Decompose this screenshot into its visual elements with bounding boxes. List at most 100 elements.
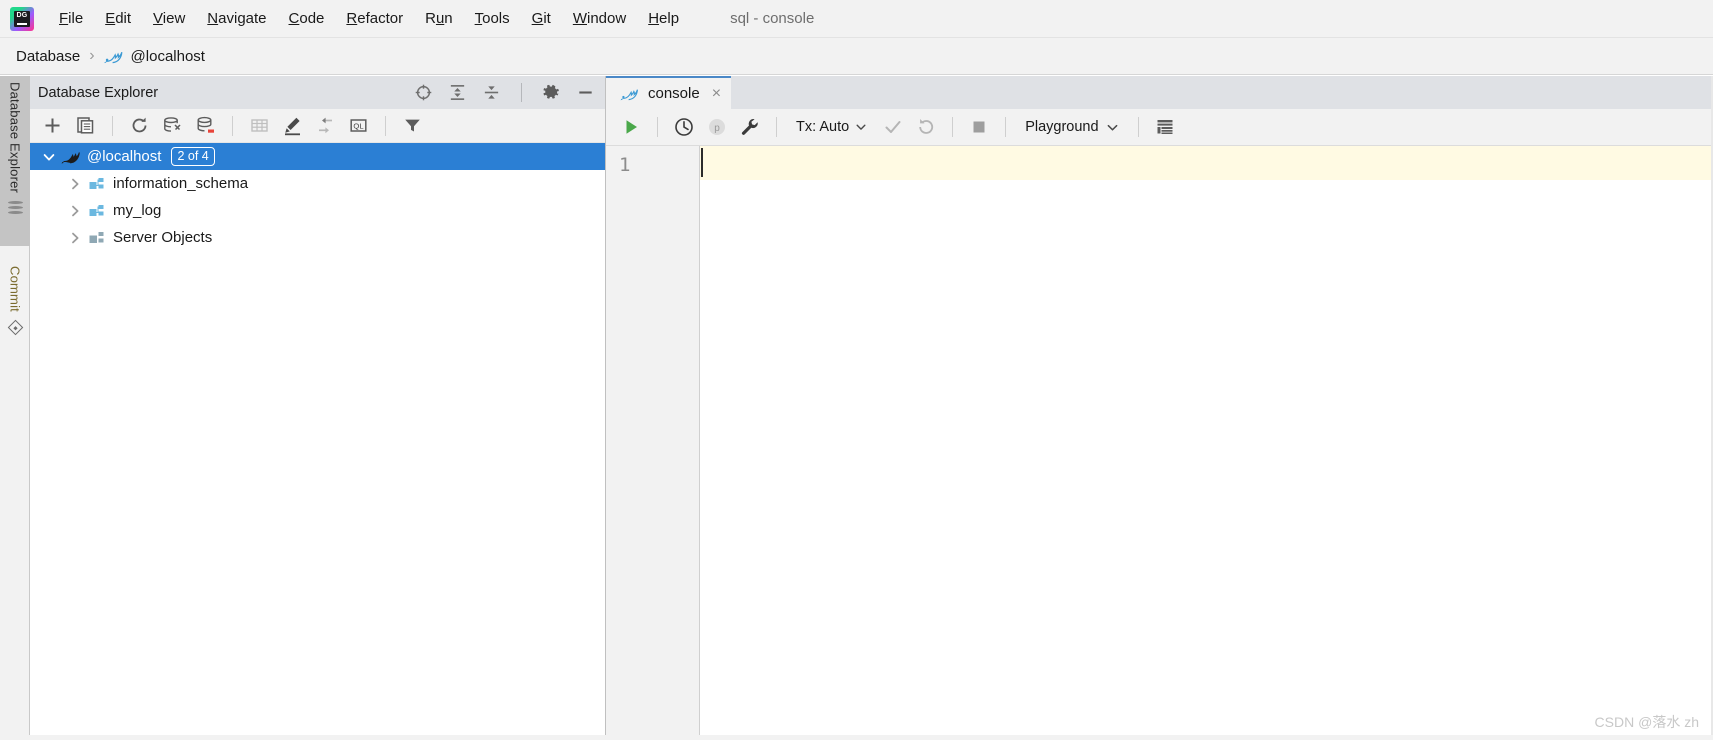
editor-gutter: 1 [606,146,700,740]
chevron-right-icon[interactable] [64,173,86,195]
tab-console[interactable]: console × [606,76,732,109]
refresh-icon[interactable] [129,115,150,136]
open-table-editor-icon [249,115,270,136]
mysql-dolphin-icon [620,86,640,102]
status-badge: 2 of 4 [171,147,215,166]
toolbar-divider-2 [232,115,233,136]
tree-row[interactable]: information_schema [30,170,605,197]
stop-refresh-icon[interactable] [195,115,216,136]
schema-icon [86,203,108,219]
chevron-right-icon[interactable] [64,227,86,249]
explorer-header: Database Explorer [30,76,605,109]
close-icon[interactable]: × [712,85,721,102]
menu-view[interactable]: View [142,7,196,30]
main-area: Database Explorer Commit Database Explor… [0,76,1713,740]
history-clock-icon[interactable] [673,116,695,138]
database-tree: @localhost 2 of 4 information_schema my_… [30,143,605,740]
collapse-all-icon[interactable] [482,83,501,102]
editor-divider-2 [776,117,777,137]
tree-row[interactable]: @localhost 2 of 4 [30,143,605,170]
database-icon [7,201,23,215]
transaction-mode-dropdown[interactable]: Tx: Auto [792,119,871,135]
tree-row[interactable]: Server Objects [30,224,605,251]
tree-node-label: information_schema [113,175,249,192]
menu-tools[interactable]: Tools [464,7,521,30]
schema-selector-label: Playground [1025,119,1099,135]
menu-help[interactable]: Help [637,7,690,30]
open-ql-console-icon[interactable]: QL [348,115,369,136]
chevron-right-icon[interactable] [64,200,86,222]
explorer-toolbar: QL [30,109,605,143]
scroll-from-source-icon[interactable] [414,83,433,102]
tab-label: console [648,85,700,102]
copy-data-source-icon[interactable] [75,115,96,136]
chevron-down-icon [856,124,866,130]
menu-refactor[interactable]: Refactor [335,7,414,30]
datagrip-logo-icon: DG [10,6,34,31]
tree-node-label: @localhost [87,148,162,165]
editor-divider-5 [1137,117,1139,137]
mysql-dolphin-icon [60,149,82,165]
menu-bar: DG File Edit View Navigate Code Refactor… [0,0,1713,38]
text-caret [701,148,703,177]
svg-text:QL: QL [353,122,363,131]
left-tool-rail: Database Explorer Commit [0,76,30,740]
chevron-down-icon[interactable] [38,146,60,168]
transaction-mode-label: Tx: Auto [796,119,850,135]
menu-code[interactable]: Code [278,7,336,30]
breadcrumb-leaf[interactable]: @localhost [131,48,205,65]
settings-gear-icon[interactable] [542,83,561,102]
gutter-line-number: 1 [619,154,631,176]
chevron-down-icon [1107,124,1117,131]
hide-panel-icon[interactable] [576,83,595,102]
menu-navigate[interactable]: Navigate [196,7,277,30]
menu-file[interactable]: File [48,7,94,30]
rail-tab-database-explorer[interactable]: Database Explorer [0,76,30,246]
data-editor-icon[interactable] [1154,116,1176,138]
editor-toolbar: p Tx: Auto Playground [606,109,1713,146]
editor-divider-3 [952,117,954,137]
editor-divider-4 [1005,117,1007,137]
mysql-dolphin-icon [103,48,125,65]
menu-git[interactable]: Git [521,7,562,30]
tree-row[interactable]: my_log [30,197,605,224]
editor-body: 1 [606,146,1713,740]
filter-icon[interactable] [402,115,423,136]
status-bar [0,735,1713,740]
editor-tabbar: console × [606,76,1713,109]
menu-edit[interactable]: Edit [94,7,142,30]
modify-object-icon[interactable] [282,115,303,136]
parameters-p-icon: p [706,116,728,138]
wrench-icon[interactable] [739,116,761,138]
toolbar-divider-3 [385,115,386,136]
synchronize-icon[interactable] [162,115,183,136]
tree-node-label: Server Objects [113,229,213,246]
commit-check-icon [882,116,904,138]
expand-all-icon[interactable] [448,83,467,102]
add-new-icon[interactable] [42,115,63,136]
editor-panel: console × p Tx: Auto Playground 1 [606,76,1713,740]
menu-run[interactable]: Run [414,7,464,30]
commit-diamond-icon [7,319,23,336]
menu-window[interactable]: Window [562,7,637,30]
database-explorer-panel: Database Explorer QL @localhost 2 of 4 i… [30,76,606,740]
current-line-highlight [700,146,1713,180]
breadcrumb-root[interactable]: Database [16,48,80,65]
explorer-title: Database Explorer [38,84,159,101]
tree-node-label: my_log [113,202,162,219]
rail-tab-commit-label: Commit [7,266,23,312]
sql-code-editor[interactable] [700,146,1713,740]
breadcrumb: Database › @localhost [0,38,1713,75]
header-divider [521,83,522,102]
rail-tab-commit[interactable]: Commit [0,266,30,336]
server-objects-folder-icon [86,230,108,246]
schema-selector-dropdown[interactable]: Playground [1021,119,1122,135]
editor-divider-1 [657,117,658,137]
window-title: sql - console [730,10,815,27]
execute-icon[interactable] [620,116,642,138]
toolbar-divider-1 [112,115,113,136]
schema-icon [86,176,108,192]
watermark: CSDN @落水 zh [1594,714,1699,730]
rail-tab-database-explorer-label: Database Explorer [7,82,23,194]
svg-text:p: p [714,123,720,134]
